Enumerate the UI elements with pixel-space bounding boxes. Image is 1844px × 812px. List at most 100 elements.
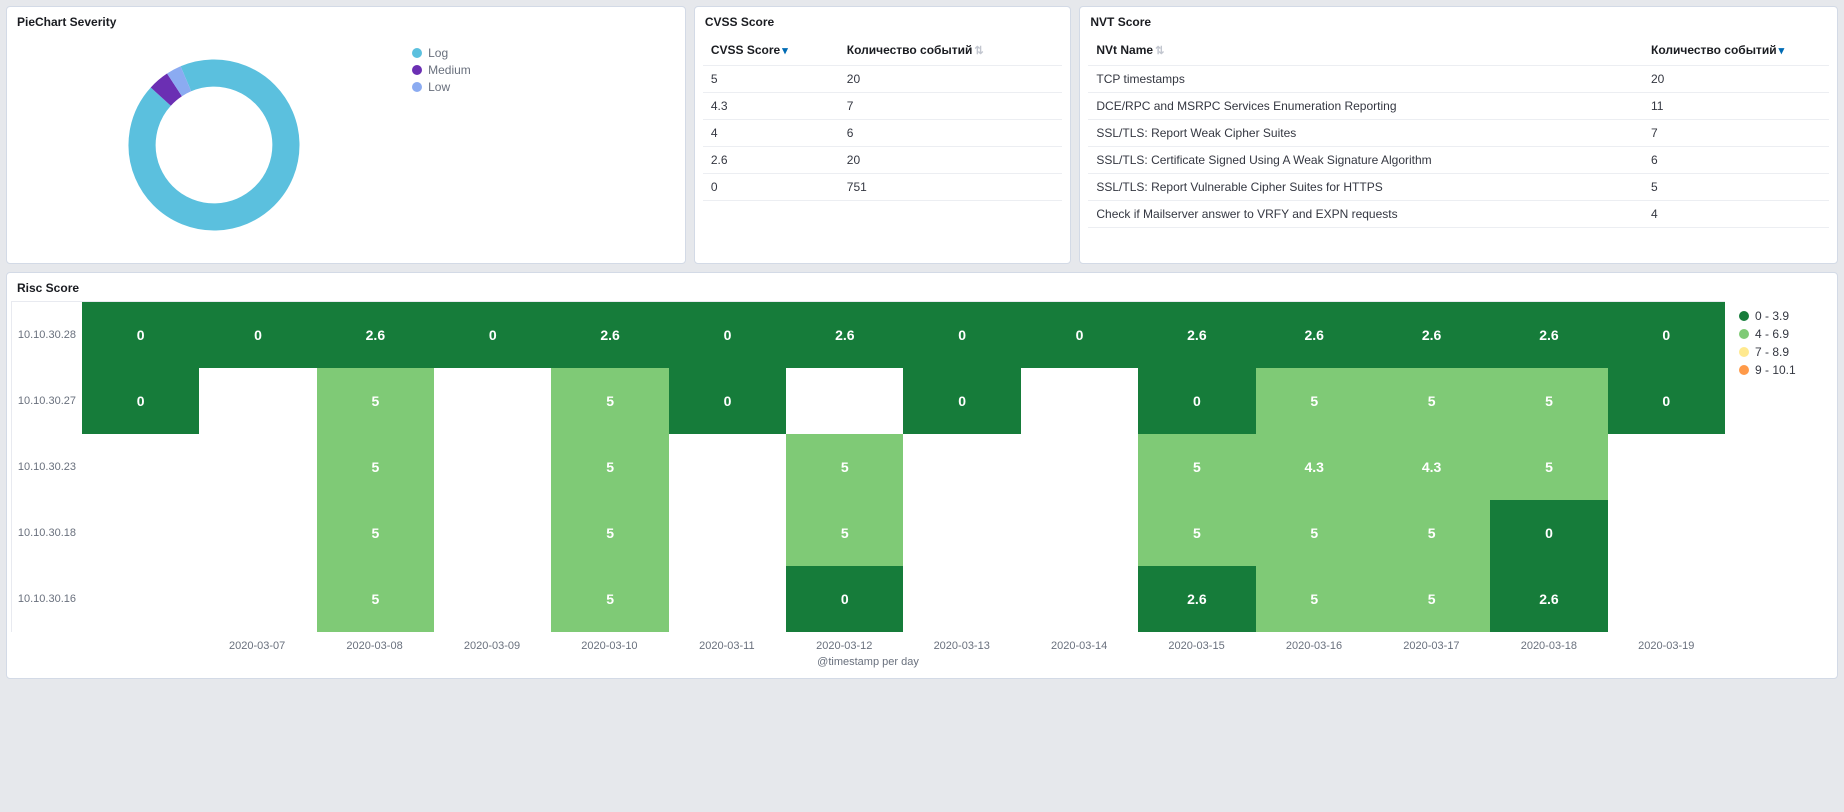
cell-name: SSL/TLS: Certificate Signed Using A Weak…: [1088, 147, 1643, 174]
legend-label: 4 - 6.9: [1755, 327, 1789, 341]
top-row: PieChart Severity: [6, 6, 1838, 264]
donut-chart[interactable]: [15, 35, 412, 255]
legend-swatch-low: [412, 82, 422, 92]
heat-cell[interactable]: 5: [551, 500, 668, 566]
donut-svg: [119, 50, 309, 240]
table-row[interactable]: 2.620: [703, 147, 1063, 174]
heat-cell[interactable]: 2.6: [1373, 302, 1490, 368]
heat-cell[interactable]: 2.6: [1138, 302, 1255, 368]
table-row[interactable]: SSL/TLS: Report Vulnerable Cipher Suites…: [1088, 174, 1829, 201]
heat-cell: [669, 566, 786, 632]
table-row[interactable]: SSL/TLS: Report Weak Cipher Suites7: [1088, 120, 1829, 147]
heat-cell[interactable]: 0: [903, 302, 1020, 368]
heat-cell[interactable]: 5: [317, 368, 434, 434]
table-row[interactable]: TCP timestamps20: [1088, 66, 1829, 93]
legend-swatch-lightgreen: [1739, 329, 1749, 339]
cvss-table-scroll[interactable]: CVSS Score▾ Количество событий⇅ 5204.374…: [703, 35, 1063, 201]
heat-cell[interactable]: 2.6: [1490, 302, 1607, 368]
heat-cell[interactable]: 2.6: [786, 302, 903, 368]
heat-cell[interactable]: 0: [1490, 500, 1607, 566]
heat-cell[interactable]: 4.3: [1256, 434, 1373, 500]
table-row[interactable]: 520: [703, 66, 1063, 93]
heat-cell[interactable]: 2.6: [317, 302, 434, 368]
heat-cell[interactable]: 0: [669, 368, 786, 434]
col-event-count[interactable]: Количество событий▾: [1643, 35, 1829, 66]
heat-cell: [199, 566, 316, 632]
table-row[interactable]: 46: [703, 120, 1063, 147]
nvt-body: NVt Name⇅ Количество событий▾ TCP timest…: [1080, 31, 1837, 263]
heat-cell[interactable]: 0: [1021, 302, 1138, 368]
heat-cell[interactable]: 5: [1138, 500, 1255, 566]
panel-title-heat: Risc Score: [7, 273, 1837, 297]
heat-x-axis-label: @timestamp per day: [11, 656, 1725, 668]
heat-cell[interactable]: 5: [551, 434, 668, 500]
pie-legend-item[interactable]: Log: [412, 46, 677, 60]
table-row[interactable]: SSL/TLS: Certificate Signed Using A Weak…: [1088, 147, 1829, 174]
heat-cell[interactable]: 0: [1138, 368, 1255, 434]
cell-name: DCE/RPC and MSRPC Services Enumeration R…: [1088, 93, 1643, 120]
nvt-table-scroll[interactable]: NVt Name⇅ Количество событий▾ TCP timest…: [1088, 35, 1829, 228]
table-header-row: CVSS Score▾ Количество событий⇅: [703, 35, 1063, 66]
heat-legend-item[interactable]: 4 - 6.9: [1739, 327, 1829, 341]
heat-cell[interactable]: 5: [1256, 500, 1373, 566]
heat-cell[interactable]: 5: [1490, 434, 1607, 500]
pie-legend-item[interactable]: Low: [412, 80, 677, 94]
heat-cell[interactable]: 2.6: [1256, 302, 1373, 368]
heat-cell[interactable]: 5: [317, 566, 434, 632]
heat-legend-item[interactable]: 9 - 10.1: [1739, 363, 1829, 377]
heat-legend-item[interactable]: 0 - 3.9: [1739, 309, 1829, 323]
heat-cell[interactable]: 2.6: [1490, 566, 1607, 632]
heat-cell[interactable]: 5: [1138, 434, 1255, 500]
heat-cell[interactable]: 5: [1373, 500, 1490, 566]
heat-legend-item[interactable]: 7 - 8.9: [1739, 345, 1829, 359]
legend-label: Low: [428, 80, 450, 94]
heat-cell[interactable]: 5: [786, 500, 903, 566]
heat-cell[interactable]: 5: [317, 500, 434, 566]
heat-cell[interactable]: 0: [434, 302, 551, 368]
heat-cell[interactable]: 0: [82, 368, 199, 434]
heat-x-tick: 2020-03-12: [786, 636, 903, 652]
heat-cell[interactable]: 0: [1608, 302, 1725, 368]
cell-count: 20: [839, 66, 1063, 93]
heat-cell[interactable]: 2.6: [551, 302, 668, 368]
heat-cell[interactable]: 5: [551, 566, 668, 632]
heat-cell[interactable]: 5: [551, 368, 668, 434]
pie-legend-item[interactable]: Medium: [412, 63, 677, 77]
dashboard: PieChart Severity: [0, 0, 1844, 685]
heat-cell[interactable]: 4.3: [1373, 434, 1490, 500]
table-row[interactable]: Check if Mailserver answer to VRFY and E…: [1088, 201, 1829, 228]
heat-cell[interactable]: 2.6: [1138, 566, 1255, 632]
col-label: CVSS Score: [711, 43, 780, 57]
heat-cell[interactable]: 5: [1256, 566, 1373, 632]
heat-cell: [1021, 500, 1138, 566]
heat-cell[interactable]: 0: [1608, 368, 1725, 434]
heat-cell[interactable]: 0: [786, 566, 903, 632]
cell-count: 6: [839, 120, 1063, 147]
col-nvt-name[interactable]: NVt Name⇅: [1088, 35, 1643, 66]
col-event-count[interactable]: Количество событий⇅: [839, 35, 1063, 66]
heatmap-grid[interactable]: 10.10.30.28002.602.602.6002.62.62.62.601…: [11, 301, 1725, 632]
heat-cell[interactable]: 5: [1490, 368, 1607, 434]
heat-cell[interactable]: 5: [317, 434, 434, 500]
cell-count: 4: [1643, 201, 1829, 228]
col-cvss-score[interactable]: CVSS Score▾: [703, 35, 839, 66]
heat-cell[interactable]: 0: [903, 368, 1020, 434]
table-row[interactable]: 0751: [703, 174, 1063, 201]
legend-swatch-log: [412, 48, 422, 58]
heat-y-label: 10.10.30.23: [12, 434, 82, 500]
heat-cell[interactable]: 5: [1373, 368, 1490, 434]
table-row[interactable]: 4.37: [703, 93, 1063, 120]
heat-x-tick: 2020-03-07: [198, 636, 315, 652]
heat-cell[interactable]: 5: [1256, 368, 1373, 434]
heat-cell[interactable]: 0: [669, 302, 786, 368]
heat-cell[interactable]: 5: [1373, 566, 1490, 632]
heat-cell[interactable]: 0: [199, 302, 316, 368]
cell-score: 2.6: [703, 147, 839, 174]
heat-cell[interactable]: 5: [786, 434, 903, 500]
legend-swatch-orange: [1739, 365, 1749, 375]
panel-title-cvss: CVSS Score: [695, 7, 1071, 31]
cell-name: TCP timestamps: [1088, 66, 1643, 93]
heat-cell: [82, 566, 199, 632]
table-row[interactable]: DCE/RPC and MSRPC Services Enumeration R…: [1088, 93, 1829, 120]
heat-cell[interactable]: 0: [82, 302, 199, 368]
